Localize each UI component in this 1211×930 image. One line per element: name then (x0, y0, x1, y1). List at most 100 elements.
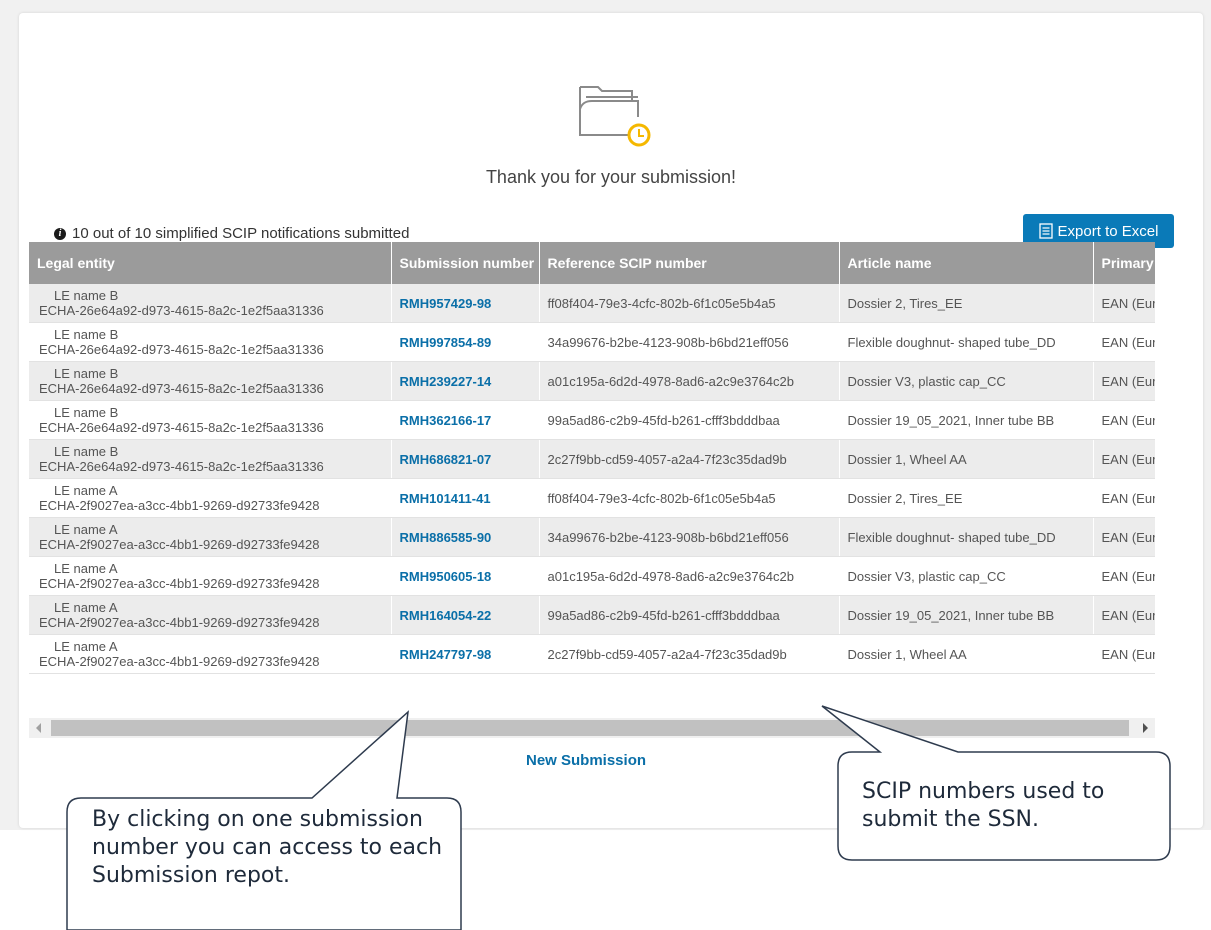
submission-number-cell: RMH957429-98 (391, 284, 540, 323)
reference-scip-cell: 2c27f9bb-cd59-4057-a2a4-7f23c35dad9b (539, 439, 840, 479)
legal-entity-cell: LE name A ECHA-2f9027ea-a3cc-4bb1-9269-d9… (29, 595, 392, 635)
article-name-cell: Dossier 2, Tires_EE (839, 284, 1094, 323)
primary-cell: EAN (Europ (1093, 556, 1155, 596)
legal-entity-id: ECHA-2f9027ea-a3cc-4bb1-9269-d92733fe942… (39, 576, 320, 591)
article-name-cell: Dossier 1, Wheel AA (839, 634, 1094, 674)
article-name-cell: Dossier 2, Tires_EE (839, 478, 1094, 518)
legal-entity-cell: LE name B ECHA-26e64a92-d973-4615-8a2c-1e… (29, 322, 392, 362)
col-header-reference-scip[interactable]: Reference SCIP number (539, 242, 840, 284)
submission-summary-text: 10 out of 10 simplified SCIP notificatio… (72, 225, 410, 242)
legal-entity-name: LE name A (54, 561, 118, 576)
primary-cell: EAN (Europ (1093, 400, 1155, 440)
legal-entity-id: ECHA-26e64a92-d973-4615-8a2c-1e2f5aa3133… (39, 459, 324, 474)
article-name-cell: Dossier 19_05_2021, Inner tube BB (839, 595, 1094, 635)
scroll-left-arrow-icon[interactable] (36, 723, 41, 733)
submission-number-link[interactable]: RMH950605-18 (400, 569, 492, 584)
horizontal-scrollbar[interactable] (29, 718, 1155, 738)
legal-entity-id: ECHA-26e64a92-d973-4615-8a2c-1e2f5aa3133… (39, 342, 324, 357)
primary-cell: EAN (Europ (1093, 439, 1155, 479)
legal-entity-name: LE name B (54, 366, 119, 381)
legal-entity-cell: LE name A ECHA-2f9027ea-a3cc-4bb1-9269-d9… (29, 634, 392, 674)
callout-left-text: By clicking on one submission number you… (92, 807, 443, 888)
scrollbar-thumb[interactable] (51, 720, 1129, 736)
submission-number-cell: RMH950605-18 (391, 556, 540, 596)
submission-number-cell: RMH886585-90 (391, 517, 540, 557)
legal-entity-cell: LE name B ECHA-26e64a92-d973-4615-8a2c-1e… (29, 400, 392, 440)
info-icon: i (54, 227, 66, 240)
submission-number-cell: RMH247797-98 (391, 634, 540, 674)
legal-entity-cell: LE name B ECHA-26e64a92-d973-4615-8a2c-1e… (29, 284, 392, 323)
folder-clock-icon (579, 86, 651, 147)
reference-scip-cell: a01c195a-6d2d-4978-8ad6-a2c9e3764c2b (539, 556, 840, 596)
legal-entity-cell: LE name B ECHA-26e64a92-d973-4615-8a2c-1e… (29, 439, 392, 479)
article-name-cell: Dossier V3, plastic cap_CC (839, 556, 1094, 596)
primary-cell: EAN (Europ (1093, 595, 1155, 635)
primary-cell: EAN (Europ (1093, 361, 1155, 401)
legal-entity-name: LE name A (54, 600, 118, 615)
new-submission-link[interactable]: New Submission (526, 752, 646, 769)
primary-cell: EAN (Europ (1093, 478, 1155, 518)
legal-entity-name: LE name A (54, 639, 118, 654)
table-row: LE name B ECHA-26e64a92-d973-4615-8a2c-1e… (29, 284, 1155, 323)
submission-number-cell: RMH239227-14 (391, 361, 540, 401)
table-row: LE name A ECHA-2f9027ea-a3cc-4bb1-9269-d9… (29, 478, 1155, 518)
thank-you-message: Thank you for your submission! (485, 167, 737, 187)
submission-number-link[interactable]: RMH247797-98 (400, 647, 492, 662)
submissions-table: Legal entity Submission number Reference… (29, 242, 1155, 674)
article-name-cell: Dossier 19_05_2021, Inner tube BB (839, 400, 1094, 440)
submission-number-cell: RMH997854-89 (391, 322, 540, 362)
table-row: LE name B ECHA-26e64a92-d973-4615-8a2c-1e… (29, 322, 1155, 362)
submission-number-link[interactable]: RMH239227-14 (400, 374, 492, 389)
legal-entity-id: ECHA-26e64a92-d973-4615-8a2c-1e2f5aa3133… (39, 303, 324, 318)
legal-entity-id: ECHA-2f9027ea-a3cc-4bb1-9269-d92733fe942… (39, 537, 320, 552)
submissions-table-container[interactable]: Legal entity Submission number Reference… (29, 242, 1155, 726)
legal-entity-cell: LE name A ECHA-2f9027ea-a3cc-4bb1-9269-d9… (29, 478, 392, 518)
reference-scip-cell: 2c27f9bb-cd59-4057-a2a4-7f23c35dad9b (539, 634, 840, 674)
reference-scip-cell: 99a5ad86-c2b9-45fd-b261-cfff3bdddbaa (539, 595, 840, 635)
legal-entity-name: LE name B (54, 327, 119, 342)
primary-cell: EAN (Europ (1093, 517, 1155, 557)
table-row: LE name B ECHA-26e64a92-d973-4615-8a2c-1e… (29, 400, 1155, 440)
reference-scip-cell: ff08f404-79e3-4cfc-802b-6f1c05e5b4a5 (539, 478, 840, 518)
submission-number-cell: RMH164054-22 (391, 595, 540, 635)
table-row: LE name A ECHA-2f9027ea-a3cc-4bb1-9269-d9… (29, 595, 1155, 635)
primary-cell: EAN (Europ (1093, 322, 1155, 362)
submission-number-link[interactable]: RMH101411-41 (400, 491, 491, 506)
submission-number-cell: RMH686821-07 (391, 439, 540, 479)
col-header-submission-number[interactable]: Submission number (391, 242, 540, 284)
table-row: LE name B ECHA-26e64a92-d973-4615-8a2c-1e… (29, 361, 1155, 401)
table-row: LE name A ECHA-2f9027ea-a3cc-4bb1-9269-d9… (29, 517, 1155, 557)
legal-entity-name: LE name B (54, 444, 119, 459)
legal-entity-id: ECHA-26e64a92-d973-4615-8a2c-1e2f5aa3133… (39, 420, 324, 435)
submission-number-link[interactable]: RMH997854-89 (400, 335, 492, 350)
submission-summary: i 10 out of 10 simplified SCIP notificat… (54, 225, 409, 242)
reference-scip-cell: 34a99676-b2be-4123-908b-b6bd21eff056 (539, 322, 840, 362)
submission-number-link[interactable]: RMH362166-17 (400, 413, 492, 428)
legal-entity-cell: LE name A ECHA-2f9027ea-a3cc-4bb1-9269-d9… (29, 517, 392, 557)
reference-scip-cell: ff08f404-79e3-4cfc-802b-6f1c05e5b4a5 (539, 284, 840, 323)
submission-number-link[interactable]: RMH886585-90 (400, 530, 492, 545)
legal-entity-cell: LE name B ECHA-26e64a92-d973-4615-8a2c-1e… (29, 361, 392, 401)
reference-scip-cell: 34a99676-b2be-4123-908b-b6bd21eff056 (539, 517, 840, 557)
legal-entity-name: LE name B (54, 405, 119, 420)
submission-number-link[interactable]: RMH164054-22 (400, 608, 492, 623)
article-name-cell: Flexible doughnut- shaped tube_DD (839, 322, 1094, 362)
primary-cell: EAN (Europ (1093, 284, 1155, 323)
submission-number-link[interactable]: RMH686821-07 (400, 452, 492, 467)
export-to-excel-label: Export to Excel (1057, 222, 1159, 240)
legal-entity-id: ECHA-26e64a92-d973-4615-8a2c-1e2f5aa3133… (39, 381, 324, 396)
table-row: LE name A ECHA-2f9027ea-a3cc-4bb1-9269-d9… (29, 634, 1155, 674)
table-row: LE name B ECHA-26e64a92-d973-4615-8a2c-1e… (29, 439, 1155, 479)
legal-entity-id: ECHA-2f9027ea-a3cc-4bb1-9269-d92733fe942… (39, 654, 320, 669)
submission-number-link[interactable]: RMH957429-98 (400, 296, 492, 311)
legal-entity-id: ECHA-2f9027ea-a3cc-4bb1-9269-d92733fe942… (39, 615, 320, 630)
scroll-right-arrow-icon[interactable] (1143, 723, 1148, 733)
legal-entity-name: LE name A (54, 522, 118, 537)
col-header-primary[interactable]: Primary a (1093, 242, 1155, 284)
col-header-article-name[interactable]: Article name (839, 242, 1094, 284)
legal-entity-name: LE name B (54, 288, 119, 303)
article-name-cell: Dossier V3, plastic cap_CC (839, 361, 1094, 401)
spreadsheet-icon (1038, 223, 1053, 239)
table-row: LE name A ECHA-2f9027ea-a3cc-4bb1-9269-d9… (29, 556, 1155, 596)
col-header-legal-entity[interactable]: Legal entity (29, 242, 392, 284)
